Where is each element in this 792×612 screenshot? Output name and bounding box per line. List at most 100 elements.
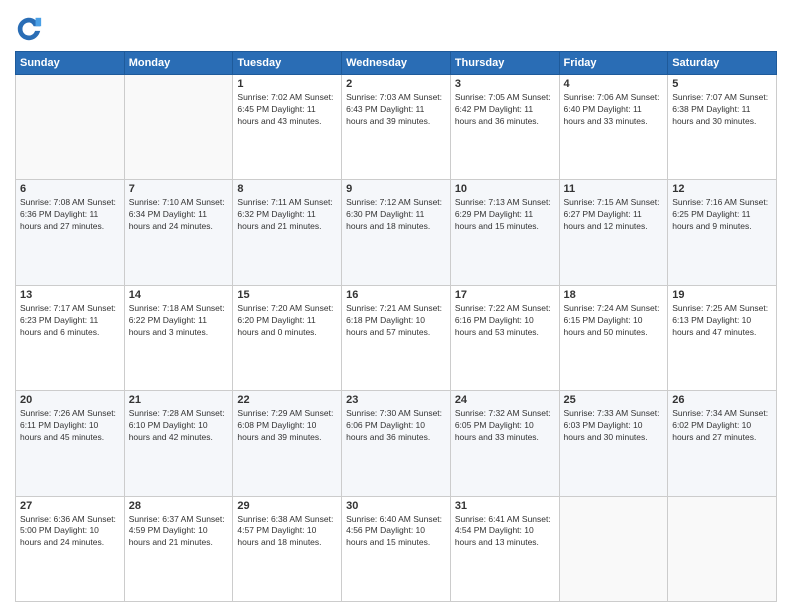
day-content: Sunrise: 6:36 AM Sunset: 5:00 PM Dayligh… <box>20 514 120 550</box>
calendar-day-header: Thursday <box>450 52 559 75</box>
day-content: Sunrise: 7:24 AM Sunset: 6:15 PM Dayligh… <box>564 303 664 339</box>
day-number: 3 <box>455 78 555 90</box>
day-content: Sunrise: 7:21 AM Sunset: 6:18 PM Dayligh… <box>346 303 446 339</box>
day-number: 28 <box>129 500 229 512</box>
calendar-header-row: SundayMondayTuesdayWednesdayThursdayFrid… <box>16 52 777 75</box>
day-content: Sunrise: 7:20 AM Sunset: 6:20 PM Dayligh… <box>237 303 337 339</box>
day-content: Sunrise: 7:15 AM Sunset: 6:27 PM Dayligh… <box>564 197 664 233</box>
page: SundayMondayTuesdayWednesdayThursdayFrid… <box>0 0 792 612</box>
day-content: Sunrise: 7:18 AM Sunset: 6:22 PM Dayligh… <box>129 303 229 339</box>
day-number: 21 <box>129 394 229 406</box>
day-content: Sunrise: 7:32 AM Sunset: 6:05 PM Dayligh… <box>455 408 555 444</box>
calendar-week-row: 20 Sunrise: 7:26 AM Sunset: 6:11 PM Dayli… <box>16 391 777 496</box>
day-number: 16 <box>346 289 446 301</box>
calendar-cell: 9 Sunrise: 7:12 AM Sunset: 6:30 PM Daylig… <box>342 180 451 285</box>
day-content: Sunrise: 7:10 AM Sunset: 6:34 PM Dayligh… <box>129 197 229 233</box>
day-content: Sunrise: 7:30 AM Sunset: 6:06 PM Dayligh… <box>346 408 446 444</box>
day-number: 11 <box>564 183 664 195</box>
calendar-cell <box>16 75 125 180</box>
day-number: 15 <box>237 289 337 301</box>
day-number: 31 <box>455 500 555 512</box>
calendar-cell: 8 Sunrise: 7:11 AM Sunset: 6:32 PM Daylig… <box>233 180 342 285</box>
day-content: Sunrise: 6:37 AM Sunset: 4:59 PM Dayligh… <box>129 514 229 550</box>
calendar-cell: 22 Sunrise: 7:29 AM Sunset: 6:08 PM Dayli… <box>233 391 342 496</box>
logo <box>15 15 47 43</box>
calendar-cell: 18 Sunrise: 7:24 AM Sunset: 6:15 PM Dayli… <box>559 285 668 390</box>
day-number: 24 <box>455 394 555 406</box>
calendar-cell: 26Sunrise: 7:34 AM Sunset: 6:02 PM Dayli… <box>668 391 777 496</box>
day-number: 1 <box>237 78 337 90</box>
day-number: 9 <box>346 183 446 195</box>
day-content: Sunrise: 7:22 AM Sunset: 6:16 PM Dayligh… <box>455 303 555 339</box>
calendar-cell <box>559 496 668 601</box>
calendar-cell: 16 Sunrise: 7:21 AM Sunset: 6:18 PM Dayli… <box>342 285 451 390</box>
calendar-cell: 29Sunrise: 6:38 AM Sunset: 4:57 PM Dayli… <box>233 496 342 601</box>
day-content: Sunrise: 6:41 AM Sunset: 4:54 PM Dayligh… <box>455 514 555 550</box>
calendar-day-header: Monday <box>124 52 233 75</box>
day-number: 5 <box>672 78 772 90</box>
calendar-cell: 30Sunrise: 6:40 AM Sunset: 4:56 PM Dayli… <box>342 496 451 601</box>
day-number: 12 <box>672 183 772 195</box>
day-number: 19 <box>672 289 772 301</box>
day-content: Sunrise: 7:06 AM Sunset: 6:40 PM Dayligh… <box>564 92 664 128</box>
calendar-table: SundayMondayTuesdayWednesdayThursdayFrid… <box>15 51 777 602</box>
calendar-cell: 2Sunrise: 7:03 AM Sunset: 6:43 PM Daylig… <box>342 75 451 180</box>
day-number: 2 <box>346 78 446 90</box>
day-content: Sunrise: 7:05 AM Sunset: 6:42 PM Dayligh… <box>455 92 555 128</box>
calendar-day-header: Tuesday <box>233 52 342 75</box>
calendar-cell: 17 Sunrise: 7:22 AM Sunset: 6:16 PM Dayli… <box>450 285 559 390</box>
calendar-cell: 11 Sunrise: 7:15 AM Sunset: 6:27 PM Dayli… <box>559 180 668 285</box>
day-number: 7 <box>129 183 229 195</box>
calendar-cell: 21 Sunrise: 7:28 AM Sunset: 6:10 PM Dayli… <box>124 391 233 496</box>
day-content: Sunrise: 7:07 AM Sunset: 6:38 PM Dayligh… <box>672 92 772 128</box>
day-number: 26 <box>672 394 772 406</box>
calendar-cell: 20 Sunrise: 7:26 AM Sunset: 6:11 PM Dayli… <box>16 391 125 496</box>
calendar-day-header: Saturday <box>668 52 777 75</box>
calendar-cell: 1Sunrise: 7:02 AM Sunset: 6:45 PM Daylig… <box>233 75 342 180</box>
calendar-cell: 6Sunrise: 7:08 AM Sunset: 6:36 PM Daylig… <box>16 180 125 285</box>
calendar-week-row: 27 Sunrise: 6:36 AM Sunset: 5:00 PM Dayli… <box>16 496 777 601</box>
day-number: 23 <box>346 394 446 406</box>
day-content: Sunrise: 7:16 AM Sunset: 6:25 PM Dayligh… <box>672 197 772 233</box>
calendar-cell: 24 Sunrise: 7:32 AM Sunset: 6:05 PM Dayli… <box>450 391 559 496</box>
day-number: 20 <box>20 394 120 406</box>
calendar-cell: 13Sunrise: 7:17 AM Sunset: 6:23 PM Dayli… <box>16 285 125 390</box>
calendar-cell <box>124 75 233 180</box>
calendar-cell: 10Sunrise: 7:13 AM Sunset: 6:29 PM Dayli… <box>450 180 559 285</box>
calendar-cell: 19 Sunrise: 7:25 AM Sunset: 6:13 PM Dayli… <box>668 285 777 390</box>
day-content: Sunrise: 7:12 AM Sunset: 6:30 PM Dayligh… <box>346 197 446 233</box>
day-content: Sunrise: 7:29 AM Sunset: 6:08 PM Dayligh… <box>237 408 337 444</box>
calendar-day-header: Sunday <box>16 52 125 75</box>
day-content: Sunrise: 7:28 AM Sunset: 6:10 PM Dayligh… <box>129 408 229 444</box>
day-content: Sunrise: 7:11 AM Sunset: 6:32 PM Dayligh… <box>237 197 337 233</box>
calendar-day-header: Friday <box>559 52 668 75</box>
day-number: 18 <box>564 289 664 301</box>
day-number: 17 <box>455 289 555 301</box>
day-number: 13 <box>20 289 120 301</box>
calendar-day-header: Wednesday <box>342 52 451 75</box>
day-content: Sunrise: 7:25 AM Sunset: 6:13 PM Dayligh… <box>672 303 772 339</box>
day-number: 29 <box>237 500 337 512</box>
calendar-cell: 14 Sunrise: 7:18 AM Sunset: 6:22 PM Dayli… <box>124 285 233 390</box>
header <box>15 15 777 43</box>
day-number: 8 <box>237 183 337 195</box>
calendar-cell: 15 Sunrise: 7:20 AM Sunset: 6:20 PM Dayli… <box>233 285 342 390</box>
calendar-cell: 27 Sunrise: 6:36 AM Sunset: 5:00 PM Dayli… <box>16 496 125 601</box>
day-content: Sunrise: 6:40 AM Sunset: 4:56 PM Dayligh… <box>346 514 446 550</box>
calendar-cell: 31 Sunrise: 6:41 AM Sunset: 4:54 PM Dayli… <box>450 496 559 601</box>
calendar-week-row: 1Sunrise: 7:02 AM Sunset: 6:45 PM Daylig… <box>16 75 777 180</box>
calendar-cell: 12 Sunrise: 7:16 AM Sunset: 6:25 PM Dayli… <box>668 180 777 285</box>
calendar-cell: 4Sunrise: 7:06 AM Sunset: 6:40 PM Daylig… <box>559 75 668 180</box>
day-number: 14 <box>129 289 229 301</box>
logo-icon <box>15 15 43 43</box>
calendar-week-row: 13Sunrise: 7:17 AM Sunset: 6:23 PM Dayli… <box>16 285 777 390</box>
day-number: 22 <box>237 394 337 406</box>
calendar-week-row: 6Sunrise: 7:08 AM Sunset: 6:36 PM Daylig… <box>16 180 777 285</box>
day-content: Sunrise: 7:33 AM Sunset: 6:03 PM Dayligh… <box>564 408 664 444</box>
calendar-cell <box>668 496 777 601</box>
calendar-cell: 3 Sunrise: 7:05 AM Sunset: 6:42 PM Daylig… <box>450 75 559 180</box>
day-number: 27 <box>20 500 120 512</box>
day-number: 6 <box>20 183 120 195</box>
day-content: Sunrise: 7:26 AM Sunset: 6:11 PM Dayligh… <box>20 408 120 444</box>
day-content: Sunrise: 7:13 AM Sunset: 6:29 PM Dayligh… <box>455 197 555 233</box>
